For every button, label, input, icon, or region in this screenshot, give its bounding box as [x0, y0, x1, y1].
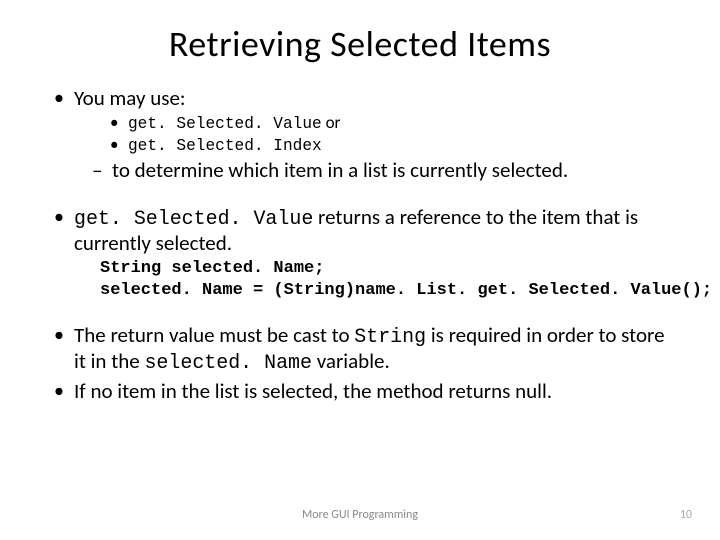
slide-body: You may use: get. Selected. Value or get… [0, 66, 720, 404]
text-pre: The return value must be cast to [74, 322, 354, 348]
footer-text: More GUI Programming [0, 508, 720, 522]
bullet-returns-null: If no item in the list is selected, the … [48, 379, 672, 404]
bullet-you-may-use: You may use: get. Selected. Value or get… [48, 86, 672, 183]
code-text: String [354, 325, 426, 348]
sub-bullet-getselectedvalue: get. Selected. Value or [110, 113, 672, 134]
code-line-1: String selected. Name; [100, 259, 324, 278]
dash-bullet-determine: to determine which item in a list is cur… [92, 158, 672, 183]
code-text: get. Selected. Index [128, 137, 322, 155]
tail-text: or [322, 112, 341, 133]
bullet-text: If no item in the list is selected, the … [74, 378, 552, 404]
text-post: variable. [312, 348, 390, 374]
page-number: 10 [680, 508, 692, 522]
code-block: String selected. Name; selected. Name = … [100, 258, 672, 301]
code-text: get. Selected. Value [128, 115, 322, 133]
bullet-returns-reference: get. Selected. Value returns a reference… [48, 205, 672, 301]
code-line-2: selected. Name = (String)name. List. get… [100, 281, 712, 300]
dash-text: to determine which item in a list is cur… [112, 157, 568, 183]
code-text: get. Selected. Value [74, 207, 313, 230]
slide-title: Retrieving Selected Items [0, 0, 720, 66]
sub-bullet-getselectedindex: get. Selected. Index [110, 135, 672, 156]
bullet-cast-required: The return value must be cast to String … [48, 323, 672, 375]
code-text: selected. Name [144, 351, 312, 374]
bullet-text: You may use: [74, 85, 186, 111]
slide: Retrieving Selected Items You may use: g… [0, 0, 720, 540]
